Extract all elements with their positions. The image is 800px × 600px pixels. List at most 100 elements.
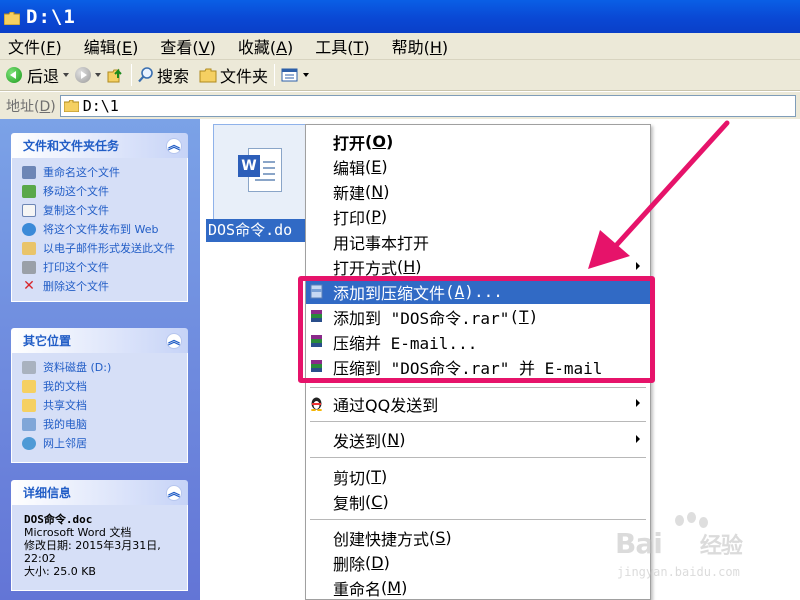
menu-separator (310, 421, 646, 422)
details-modified-time: 22:02 (24, 552, 56, 565)
word-document-icon[interactable]: W (213, 124, 307, 222)
menu-help[interactable]: 帮助(H) (392, 34, 449, 58)
ctx-new[interactable]: 新建(N) (306, 179, 650, 204)
collapse-chevron-icon[interactable]: ︽ (166, 332, 182, 349)
ctx-open-notepad[interactable]: 用记事本打开 (306, 229, 650, 254)
collapse-chevron-icon[interactable]: ︽ (166, 484, 182, 501)
other-places-header[interactable]: 其它位置 ︽ (11, 328, 188, 353)
submenu-arrow-icon (636, 262, 640, 270)
task-pane: 文件和文件夹任务 ︽ 重命名这个文件 移动这个文件 复制这个文件 将这个文件发布… (0, 119, 200, 600)
ctx-print[interactable]: 打印(P) (306, 204, 650, 229)
up-folder-button[interactable] (107, 66, 125, 84)
ctx-create-shortcut[interactable]: 创建快捷方式(S) (306, 525, 650, 550)
views-button[interactable] (281, 68, 299, 82)
ctx-copy[interactable]: 复制(C) (306, 489, 650, 514)
folder-icon (3, 10, 21, 26)
task-copy[interactable]: 复制这个文件 (22, 204, 181, 217)
watermark-brand: Bai 经验 (615, 527, 743, 560)
menu-favorites[interactable]: 收藏(A) (238, 34, 293, 58)
shared-folder-icon (22, 399, 36, 412)
search-label: 搜索 (157, 67, 190, 86)
task-rename[interactable]: 重命名这个文件 (22, 166, 181, 179)
place-shared-documents[interactable]: 共享文档 (22, 399, 181, 412)
details-body: DOS命令.doc Microsoft Word 文档 修改日期: 2015年3… (11, 505, 188, 591)
copy-icon (22, 204, 36, 217)
documents-folder-icon (22, 380, 36, 393)
details-modified: 修改日期: 2015年3月31日, (24, 539, 161, 552)
task-publish-web[interactable]: 将这个文件发布到 Web (22, 223, 181, 236)
ctx-delete[interactable]: 删除(D) (306, 550, 650, 575)
menu-bar: 文件(F) 编辑(E) 查看(V) 收藏(A) 工具(T) 帮助(H) (0, 33, 800, 60)
menu-separator (310, 519, 646, 520)
place-my-documents[interactable]: 我的文档 (22, 380, 181, 393)
address-label: 地址(D) (6, 98, 56, 115)
views-icon (281, 68, 298, 82)
submenu-arrow-icon (636, 399, 640, 407)
task-move[interactable]: 移动这个文件 (22, 185, 181, 198)
ctx-send-via-qq[interactable]: 通过QQ发送到 (306, 391, 650, 416)
details-size: 大小: 25.0 KB (24, 565, 96, 578)
back-button[interactable]: 后退 (6, 63, 59, 87)
paw-icon (687, 512, 696, 523)
file-tasks-header[interactable]: 文件和文件夹任务 ︽ (11, 133, 188, 158)
place-drive-d[interactable]: 资料磁盘 (D:) (22, 361, 181, 374)
collapse-chevron-icon[interactable]: ︽ (166, 137, 182, 154)
details-filename: DOS命令.doc (24, 513, 93, 526)
folders-icon (199, 68, 217, 82)
highlight-box (298, 276, 655, 383)
ctx-send-to[interactable]: 发送到(N) (306, 427, 650, 452)
ctx-open[interactable]: 打开(O) (306, 129, 650, 154)
envelope-icon (22, 242, 36, 255)
forward-dropdown-icon[interactable] (95, 73, 102, 77)
place-network[interactable]: 网上邻居 (22, 437, 181, 450)
drive-icon (22, 361, 36, 374)
place-my-computer[interactable]: 我的电脑 (22, 418, 181, 431)
move-icon (22, 185, 36, 198)
search-button[interactable]: 搜索 (138, 63, 189, 87)
menu-tools[interactable]: 工具(T) (315, 34, 369, 58)
details-panel: 详细信息 ︽ DOS命令.doc Microsoft Word 文档 修改日期:… (11, 480, 188, 591)
menu-file[interactable]: 文件(F) (8, 34, 62, 58)
toolbar-separator (274, 64, 276, 86)
menu-separator (310, 387, 646, 388)
paw-icon (675, 515, 684, 526)
file-tasks-body: 重命名这个文件 移动这个文件 复制这个文件 将这个文件发布到 Web 以电子邮件… (11, 158, 188, 302)
folders-button[interactable]: 文件夹 (199, 63, 268, 87)
search-icon (138, 67, 153, 83)
ctx-edit[interactable]: 编辑(E) (306, 154, 650, 179)
other-places-title: 其它位置 (23, 334, 72, 348)
task-email[interactable]: 以电子邮件形式发送此文件 (22, 242, 181, 255)
file-name-label[interactable]: DOS命令.do (206, 219, 313, 242)
delete-x-icon: ✕ (23, 278, 35, 294)
address-bar: 地址(D) D:\1 (0, 92, 800, 119)
folder-icon (63, 99, 79, 112)
watermark-url: jingyan.baidu.com (617, 565, 740, 579)
address-input[interactable]: D:\1 (59, 94, 796, 117)
ctx-cut[interactable]: 剪切(T) (306, 464, 650, 489)
details-filetype: Microsoft Word 文档 (24, 526, 132, 539)
folders-label: 文件夹 (220, 67, 269, 86)
menu-edit[interactable]: 编辑(E) (84, 34, 139, 58)
task-print[interactable]: 打印这个文件 (22, 261, 181, 274)
views-dropdown-icon[interactable] (303, 73, 310, 77)
globe-icon (22, 223, 36, 236)
back-label: 后退 (27, 67, 60, 86)
task-delete[interactable]: ✕ 删除这个文件 (22, 278, 181, 294)
title-bar: D:\1 (0, 0, 800, 33)
other-places-body: 资料磁盘 (D:) 我的文档 共享文档 我的电脑 网上邻居 (11, 353, 188, 463)
up-folder-icon (107, 68, 122, 83)
file-tasks-title: 文件和文件夹任务 (23, 139, 120, 153)
back-arrow-icon (6, 67, 22, 83)
forward-button[interactable] (75, 67, 92, 83)
menu-separator (310, 457, 646, 458)
baidu-watermark: Bai 经验 jingyan.baidu.com (615, 512, 785, 585)
menu-view[interactable]: 查看(V) (160, 34, 215, 58)
submenu-arrow-icon (636, 435, 640, 443)
details-title: 详细信息 (23, 486, 72, 500)
qq-penguin-icon (309, 396, 324, 411)
details-header[interactable]: 详细信息 ︽ (11, 480, 188, 505)
file-tasks-panel: 文件和文件夹任务 ︽ 重命名这个文件 移动这个文件 复制这个文件 将这个文件发布… (11, 133, 188, 302)
back-dropdown-icon[interactable] (63, 73, 70, 77)
ctx-rename[interactable]: 重命名(M) (306, 575, 650, 600)
printer-icon (22, 261, 36, 274)
